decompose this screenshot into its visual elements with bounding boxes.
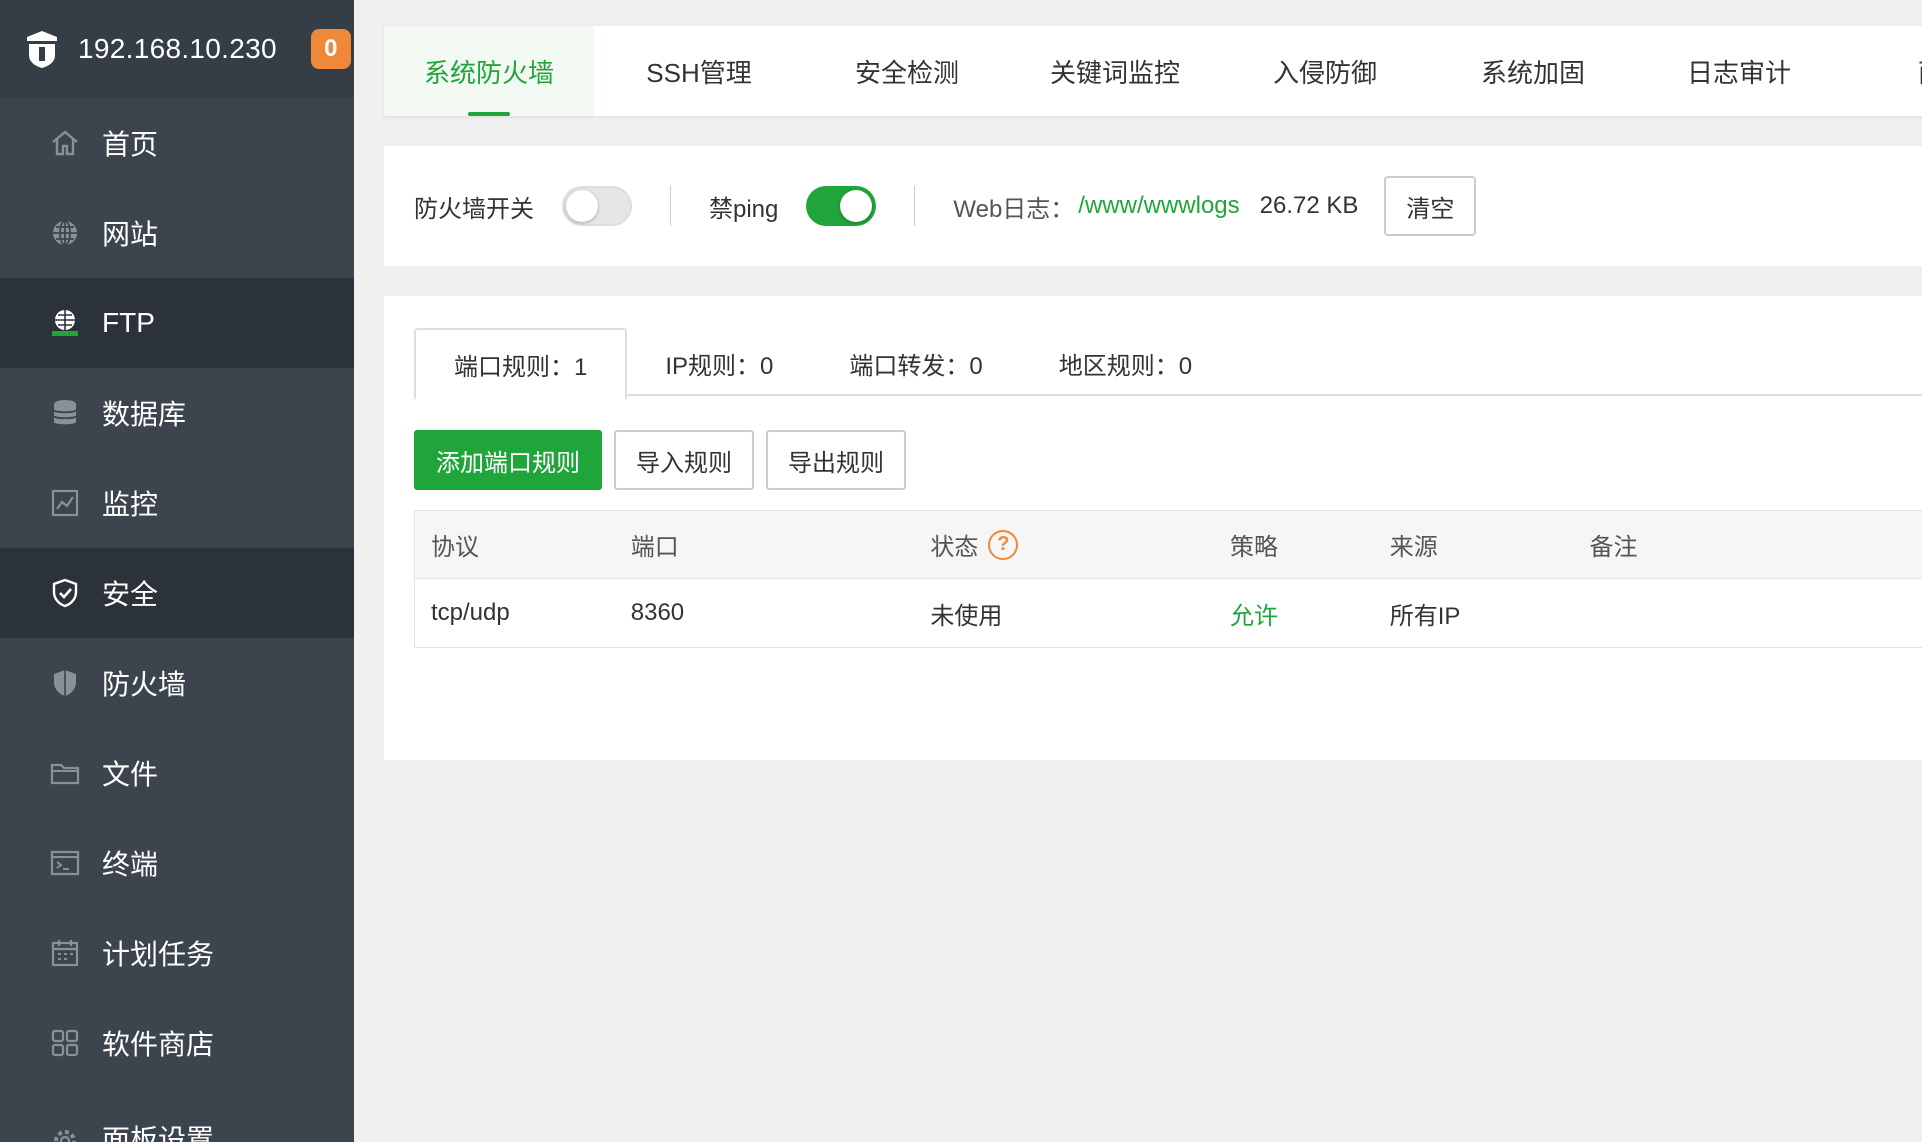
ftp-icon [48,306,82,340]
help-icon[interactable]: ? [988,529,1019,560]
divider [670,186,671,226]
sidebar-item-label: 监控 [102,489,159,520]
folder-icon [48,756,82,790]
tab-port-forwarding[interactable]: 端口转发：0 [811,328,1020,398]
sidebar-item-database[interactable]: 数据库 [0,368,354,458]
tab-port-rules[interactable]: 端口规则：1 [414,328,628,400]
database-icon [48,396,82,430]
ping-switch-label: 禁ping [709,195,779,223]
divider [914,186,916,226]
table-header-row: 协议 端口 状态 ? 策略 来源 备注 [415,511,1922,579]
sidebar-item-label: 软件商店 [102,1029,215,1060]
cell-status: 未使用 [930,602,1003,630]
sidebar-item-cron[interactable]: 计划任务 [0,908,354,998]
tab-system-hardening[interactable]: 系统加固 [1430,26,1636,116]
sidebar-item-label: 防火墙 [102,669,187,700]
sidebar-item-firewall[interactable]: 防火墙 [0,638,354,728]
firewall-switch-label: 防火墙开关 [414,195,534,223]
ping-toggle[interactable] [806,186,877,226]
firewall-icon [48,666,82,700]
server-logo-icon [24,27,60,71]
header-policy: 策略 [1229,534,1278,561]
port-rules-table: 协议 端口 状态 ? 策略 来源 备注 tcp/udp 8360 未使用 允许 … [414,510,1922,648]
cell-port: 8360 [630,599,685,626]
sidebar: 192.168.10.230 0 首页 网站 FTP 数据库 监控 安全 防火墙… [0,0,354,1142]
toggle-knob [840,190,873,222]
tab-system-firewall[interactable]: 系统防火墙 [384,26,594,116]
add-port-rule-button[interactable]: 添加端口规则 [414,430,602,490]
cell-protocol: tcp/udp [431,599,510,626]
home-icon [48,126,82,160]
tab-region-rules[interactable]: 地区规则：0 [1021,328,1230,398]
tab-intrusion-prevention[interactable]: 入侵防御 [1220,26,1430,116]
sidebar-item-terminal[interactable]: 终端 [0,818,354,908]
sidebar-item-security[interactable]: 安全 [0,548,354,638]
sidebar-item-home[interactable]: 首页 [0,98,354,188]
sidebar-item-website[interactable]: 网站 [0,188,354,278]
header-status-label: 状态 [930,534,979,561]
sidebar-item-panel-settings[interactable]: 面板设置 [0,1088,354,1142]
header-protocol: 协议 [431,534,479,561]
sidebar-item-label: FTP [102,307,155,338]
tab-security-scan[interactable]: 安全检测 [804,26,1010,116]
sidebar-item-ftp[interactable]: FTP [0,278,354,368]
header-port: 端口 [630,534,679,561]
web-log-path-link[interactable]: /www/wwwlogs [1078,192,1239,220]
table-row: tcp/udp 8360 未使用 允许 所有IP [415,579,1922,647]
rule-type-tabs: 端口规则：1 IP规则：0 端口转发：0 地区规则：0 [414,328,1922,400]
gear-icon [48,1124,82,1142]
tab-ssh[interactable]: SSH管理 [594,26,804,116]
sidebar-item-label: 安全 [102,579,159,610]
terminal-icon [48,846,82,880]
sidebar-item-label: 首页 [102,129,159,160]
globe-icon [48,216,82,250]
rule-actions: 添加端口规则 导入规则 导出规则 [414,430,906,490]
clear-log-button[interactable]: 清空 [1384,176,1477,236]
apps-icon [48,1026,82,1060]
security-tab-bar: 系统防火墙 SSH管理 安全检测 关键词监控 入侵防御 系统加固 日志审计 面 [384,26,1922,116]
firewall-settings-card: 防火墙开关 禁ping Web日志： /www/wwwlogs 26.72 KB… [384,146,1922,266]
web-log-size: 26.72 KB [1259,192,1359,219]
web-log-label: Web日志： [953,195,1075,223]
sidebar-item-label: 终端 [102,849,159,880]
cell-policy[interactable]: 允许 [1214,596,1374,631]
header-note: 备注 [1589,534,1638,561]
sidebar-item-label: 数据库 [102,399,187,430]
import-rules-button[interactable]: 导入规则 [614,430,754,490]
notification-badge[interactable]: 0 [310,29,351,69]
sidebar-item-label: 文件 [102,759,159,790]
shield-check-icon [48,576,82,610]
tab-keyword-monitor[interactable]: 关键词监控 [1010,26,1220,116]
tab-ip-rules[interactable]: IP规则：0 [627,328,811,398]
calendar-icon [48,936,82,970]
tab-log-audit[interactable]: 日志审计 [1636,26,1842,116]
sidebar-item-label: 面板设置 [102,1124,215,1142]
firewall-toggle[interactable] [562,186,632,226]
server-ip: 192.168.10.230 [78,33,277,64]
sidebar-item-monitor[interactable]: 监控 [0,458,354,548]
sidebar-header: 192.168.10.230 0 [0,0,354,98]
tab-panel-partial[interactable]: 面 [1842,26,1922,116]
header-status: 状态 ? [914,527,1214,562]
sidebar-item-label: 网站 [102,219,159,250]
toggle-knob [566,190,598,222]
rules-card: 端口规则：1 IP规则：0 端口转发：0 地区规则：0 添加端口规则 导入规则 … [384,296,1922,760]
sidebar-item-files[interactable]: 文件 [0,728,354,818]
sidebar-item-app-store[interactable]: 软件商店 [0,998,354,1088]
cell-source: 所有IP [1389,602,1461,630]
export-rules-button[interactable]: 导出规则 [766,430,906,490]
header-source: 来源 [1389,534,1438,561]
sidebar-item-label: 计划任务 [102,939,215,970]
monitor-icon [48,486,82,520]
